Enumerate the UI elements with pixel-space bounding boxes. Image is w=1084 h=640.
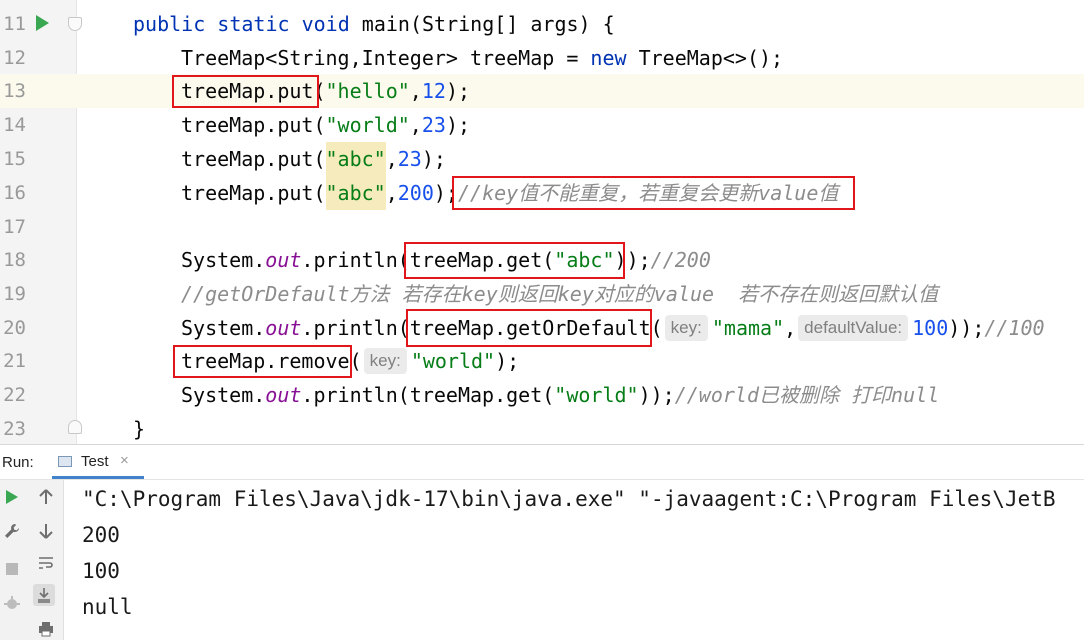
code-comment: //key值不能重复，若重复会更新value值 [457, 181, 839, 205]
code-line: 11 public static void main(String[] args… [0, 7, 1084, 41]
tab-label: Test [81, 453, 109, 470]
code-text: System.out.println(treeMap.get("world"))… [181, 383, 940, 407]
code-text: treeMap.remove(key: "world"); [181, 348, 520, 374]
line-number: 13 [0, 74, 26, 108]
line-number: 17 [3, 216, 26, 238]
line-number: 18 [3, 249, 26, 271]
code-line: 22 System.out.println(treeMap.get("world… [0, 378, 1084, 412]
console-icon [58, 456, 72, 467]
line-number: 19 [3, 283, 26, 305]
tab-test[interactable]: Test × [52, 447, 144, 479]
line-number: 12 [3, 47, 26, 69]
code-line-current: 13 treeMap.put("hello",12); [0, 74, 1084, 108]
code-line: 17 [0, 210, 1084, 244]
code-comment: //200 [650, 248, 711, 272]
line-number: 22 [3, 384, 26, 406]
code-line: 19 //getOrDefault方法 若存在key则返回key对应的value… [0, 277, 1084, 311]
code-text: } [133, 417, 146, 441]
line-number: 21 [3, 350, 26, 372]
run-toolbar [0, 480, 64, 640]
run-label: Run: [2, 454, 34, 471]
console-output[interactable]: "C:\Program Files\Java\jdk-17\bin\java.e… [64, 480, 1084, 640]
code-text: treeMap.put("hello",12); [181, 79, 471, 103]
code-comment: //world已被删除 打印null [674, 383, 940, 407]
parameter-hint: key: [363, 348, 407, 374]
scroll-to-end-icon[interactable] [33, 584, 55, 606]
debug-icon[interactable] [1, 592, 23, 614]
code-comment: //getOrDefault方法 若存在key则返回key对应的value 若不… [181, 282, 939, 306]
console-line: 200 [82, 523, 120, 547]
code-text: treeMap.put("abc",23); [181, 142, 446, 176]
print-icon[interactable] [35, 618, 57, 640]
console-line: null [82, 595, 133, 619]
duplicate-key-highlight: "abc" [325, 142, 386, 176]
code-text: TreeMap<String,Integer> treeMap = new Tr… [181, 46, 784, 70]
code-text: public static void main(String[] args) { [133, 12, 615, 36]
line-number: 11 [3, 13, 26, 35]
code-line: 23 } [0, 412, 1084, 444]
line-number: 15 [3, 148, 26, 170]
code-comment: //100 [984, 316, 1045, 340]
code-line: 21 treeMap.remove(key: "world"); [0, 344, 1084, 378]
duplicate-key-highlight: "abc" [325, 176, 386, 210]
code-text: System.out.println(treeMap.get("abc"));/… [181, 248, 711, 272]
soft-wrap-icon[interactable] [35, 552, 57, 574]
line-number: 16 [3, 182, 26, 204]
line-number: 20 [3, 317, 26, 339]
line-number: 23 [3, 418, 26, 440]
code-editor[interactable]: 11 public static void main(String[] args… [0, 0, 1084, 444]
console-line: 100 [82, 559, 120, 583]
parameter-hint: key: [664, 315, 708, 341]
up-arrow-icon[interactable] [35, 486, 57, 508]
run-toolwindow-header: Run: Test × [0, 444, 1084, 480]
code-text: System.out.println(treeMap.getOrDefault(… [181, 315, 1045, 341]
code-line: 16 treeMap.put("abc",200);//key值不能重复，若重复… [0, 176, 1084, 210]
code-text: treeMap.put("world",23); [181, 113, 471, 137]
code-line: 12 TreeMap<String,Integer> treeMap = new… [0, 41, 1084, 75]
code-line: 15 treeMap.put("abc",23); [0, 142, 1084, 176]
console-line: "C:\Program Files\Java\jdk-17\bin\java.e… [82, 487, 1056, 511]
line-number: 14 [3, 114, 26, 136]
play-icon[interactable] [1, 486, 23, 508]
down-arrow-icon[interactable] [35, 520, 57, 542]
wrench-icon[interactable] [1, 520, 23, 542]
code-text: treeMap.put("abc",200);//key值不能重复，若重复会更新… [181, 176, 838, 210]
code-line: 14 treeMap.put("world",23); [0, 108, 1084, 142]
parameter-hint: defaultValue: [798, 315, 909, 341]
code-line: 20 System.out.println(treeMap.getOrDefau… [0, 311, 1084, 345]
code-line: 18 System.out.println(treeMap.get("abc")… [0, 243, 1084, 277]
close-icon[interactable]: × [120, 452, 129, 469]
stop-icon[interactable] [1, 558, 23, 580]
